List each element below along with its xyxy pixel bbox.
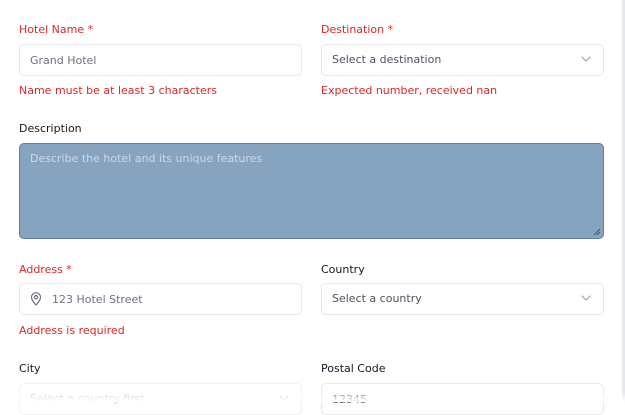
address-field[interactable] xyxy=(19,283,302,315)
description-field[interactable] xyxy=(19,143,604,239)
country-select-value: Select a country xyxy=(332,292,422,305)
scroll-fade xyxy=(0,392,625,402)
hotel-name-label: Hotel Name * xyxy=(19,23,94,36)
destination-select-value: Select a destination xyxy=(332,53,442,66)
resize-handle-icon[interactable] xyxy=(593,228,601,236)
chevron-down-icon xyxy=(581,56,591,62)
hotel-name-error: Name must be at least 3 characters xyxy=(19,84,217,97)
hotel-name-field[interactable] xyxy=(19,44,302,76)
country-select[interactable]: Select a country xyxy=(321,283,604,315)
address-label: Address * xyxy=(19,263,72,276)
description-textarea[interactable] xyxy=(20,144,603,238)
hotel-name-input[interactable] xyxy=(20,45,301,75)
address-error: Address is required xyxy=(19,324,125,337)
destination-error: Expected number, received nan xyxy=(321,84,498,97)
address-input[interactable] xyxy=(20,284,301,314)
destination-label: Destination * xyxy=(321,23,394,36)
destination-select[interactable]: Select a destination xyxy=(321,44,604,76)
description-label: Description xyxy=(19,122,82,135)
postal-code-label: Postal Code xyxy=(321,362,386,375)
city-label: City xyxy=(19,362,41,375)
chevron-down-icon xyxy=(581,295,591,301)
country-label: Country xyxy=(321,263,365,276)
